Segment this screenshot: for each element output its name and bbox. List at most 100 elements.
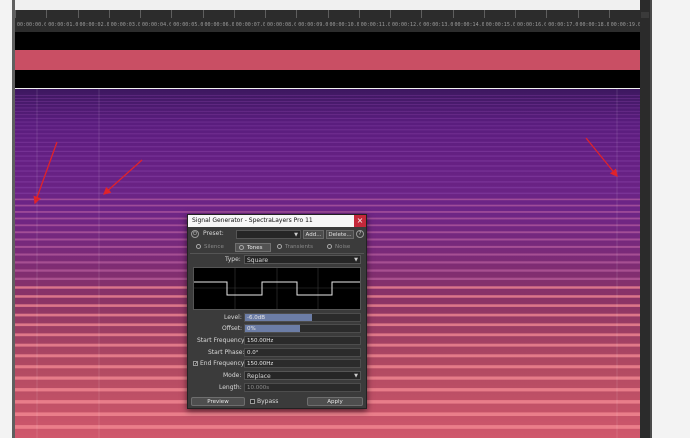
timeline-label: 00:00:06.000 (204, 22, 234, 28)
tab-tones[interactable]: Tones (235, 243, 271, 252)
timeline-tick (202, 10, 234, 18)
harmonic-line (15, 211, 640, 213)
length-field: 10.000s (244, 383, 361, 392)
chevron-down-icon: ▼ (354, 257, 358, 263)
timeline-tick (327, 10, 359, 18)
timeline-ruler[interactable]: 00:00:00.00000:00:01.00000:00:02.00000:0… (15, 10, 640, 33)
vertical-scrollbar[interactable] (640, 0, 650, 438)
timeline-label: 00:00:04.000 (142, 22, 171, 28)
harmonic-line (15, 101, 640, 102)
chevron-down-icon: ▼ (354, 373, 358, 379)
harmonic-line (15, 117, 640, 119)
dialog-titlebar[interactable]: Signal Generator - SpectraLayers Pro 11 … (188, 215, 366, 227)
timeline-label: 00:00:02.000 (79, 22, 109, 28)
end-frequency-label: End Frequency: (200, 360, 246, 367)
apply-button[interactable]: Apply (307, 397, 363, 406)
timeline-label: 00:00:09.000 (298, 22, 327, 28)
type-label: Type: (225, 256, 241, 263)
harmonic-line (15, 114, 640, 116)
type-select[interactable]: Square ▼ (244, 255, 361, 264)
layer-waveform-band[interactable] (15, 50, 640, 70)
timeline-tick (608, 10, 640, 18)
tab-tones-label: Tones (247, 245, 263, 251)
harmonic-line (15, 198, 640, 201)
timeline-tick (108, 10, 140, 18)
level-label: Level: (224, 314, 242, 321)
harmonic-line (15, 160, 640, 162)
bypass-label: Bypass (257, 398, 279, 405)
harmonic-line (15, 110, 640, 112)
timeline-tick (483, 10, 515, 18)
level-slider[interactable]: -6.0dB (244, 313, 361, 322)
harmonic-line (15, 170, 640, 172)
level-value: -6.0dB (247, 315, 265, 321)
length-value: 10.000s (247, 385, 270, 391)
preset-label: Preset: (203, 230, 224, 237)
preview-button[interactable]: Preview (191, 397, 245, 406)
timeline-tick (546, 10, 577, 18)
tab-transients[interactable]: Transients (277, 243, 323, 252)
timeline-label: 00:00:17.000 (548, 22, 577, 28)
harmonic-line (15, 425, 640, 429)
timeline-tick (233, 10, 265, 18)
offset-slider[interactable]: 0% (244, 324, 361, 333)
timeline-labels: 00:00:00.00000:00:01.00000:00:02.00000:0… (15, 22, 640, 28)
timeline-tick (46, 10, 77, 18)
timeline-tick (77, 10, 109, 18)
waveform-preview (193, 267, 361, 310)
bypass-checkbox[interactable] (250, 399, 255, 404)
timeline-label: 00:00:15.000 (485, 22, 515, 28)
close-icon[interactable]: × (354, 215, 366, 227)
tab-silence[interactable]: Silence (196, 243, 236, 252)
power-icon[interactable]: ⏻ (191, 230, 199, 238)
start-phase-field[interactable]: 0.0° (244, 348, 361, 357)
signal-generator-dialog: Signal Generator - SpectraLayers Pro 11 … (187, 214, 367, 409)
start-frequency-field[interactable]: 150.00Hz (244, 336, 361, 345)
tab-noise-label: Noise (335, 244, 351, 250)
tones-icon (239, 245, 244, 250)
harmonic-line (15, 192, 640, 195)
noise-icon (327, 244, 332, 249)
timeline-tick (421, 10, 452, 18)
timeline-tick (15, 10, 46, 18)
timeline-tick (296, 10, 327, 18)
tab-transients-label: Transients (285, 244, 313, 250)
delete-preset-button[interactable]: Delete... (326, 230, 354, 239)
start-frequency-value: 150.00Hz (247, 338, 274, 344)
tab-noise[interactable]: Noise (327, 243, 359, 252)
timeline-tick (140, 10, 171, 18)
harmonic-line (15, 165, 640, 167)
right-margin (652, 0, 690, 438)
mode-label: Mode: (223, 372, 242, 379)
harmonic-line (15, 186, 640, 189)
add-preset-button[interactable]: Add... (303, 230, 324, 239)
timeline-label: 00:00:12.000 (392, 22, 421, 28)
mode-select[interactable]: Replace ▼ (244, 371, 361, 380)
spectralayers-window: 00:00:00.00000:00:01.00000:00:02.00000:0… (0, 0, 690, 438)
start-phase-value: 0.0° (247, 350, 259, 356)
preset-select[interactable]: ▼ (236, 230, 301, 239)
harmonic-line (15, 150, 640, 152)
chevron-down-icon: ▼ (294, 232, 298, 238)
harmonic-line (15, 155, 640, 157)
timeline-label: 00:00:03.000 (110, 22, 140, 28)
end-frequency-checkbox[interactable]: ✓ (193, 361, 198, 367)
timeline-tick (358, 10, 390, 18)
timeline-label: 00:00:11.000 (360, 22, 390, 28)
timeline-label: 00:00:10.000 (329, 22, 359, 28)
timeline-label: 00:00:05.000 (173, 22, 202, 28)
start-frequency-label: Start Frequency: (197, 337, 247, 344)
left-margin (0, 0, 12, 438)
harmonic-line (15, 204, 640, 207)
start-phase-label: Start Phase: (208, 349, 245, 356)
end-frequency-field[interactable]: 150.00Hz (244, 359, 361, 368)
harmonic-line (15, 137, 640, 139)
offset-label: Offset: (222, 325, 243, 332)
scroll-up-button[interactable] (641, 12, 649, 18)
harmonic-line (15, 95, 640, 96)
timeline-tick (171, 10, 202, 18)
harmonic-line (15, 181, 640, 183)
help-icon[interactable]: ? (356, 230, 364, 238)
timeline-label: 00:00:13.000 (423, 22, 452, 28)
harmonic-line (15, 133, 640, 135)
